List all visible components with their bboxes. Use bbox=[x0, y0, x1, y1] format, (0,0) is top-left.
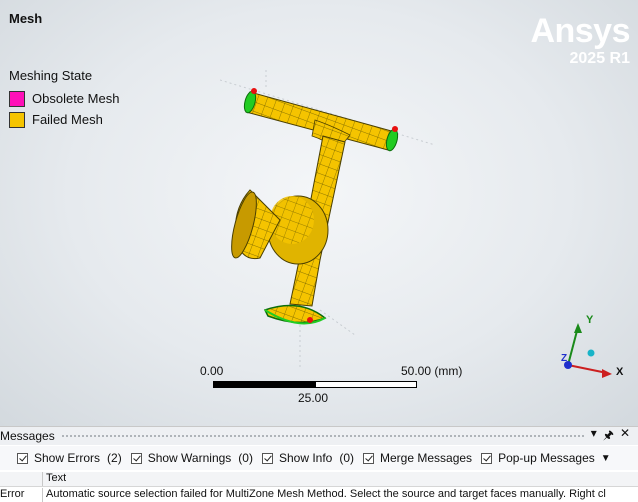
axis-z-label: Z bbox=[561, 353, 567, 364]
obsolete-swatch bbox=[9, 90, 25, 107]
pin-icon[interactable]: 🖈 bbox=[603, 426, 614, 447]
scale-bar: 0.00 50.00 (mm) 25.00 bbox=[200, 364, 470, 408]
show-errors-label: Show Errors bbox=[34, 451, 101, 465]
merge-messages-toggle[interactable]: Merge Messages bbox=[363, 451, 472, 465]
close-icon[interactable]: ✕ bbox=[620, 426, 630, 447]
legend-label: Failed Mesh bbox=[32, 112, 103, 127]
info-count: (0) bbox=[339, 451, 355, 465]
panel-drag-grip[interactable] bbox=[60, 433, 585, 439]
show-errors-toggle[interactable]: Show Errors (2) bbox=[17, 451, 122, 465]
legend-item-failed: Failed Mesh bbox=[9, 109, 119, 130]
brand-version: 2025 R1 bbox=[569, 50, 631, 67]
toolbar-overflow-chevron-icon[interactable]: ▼ bbox=[601, 453, 611, 464]
column-header-text[interactable]: Text bbox=[43, 472, 66, 486]
scale-label-end: 50.00 (mm) bbox=[401, 364, 463, 378]
meshing-state-legend: Meshing State Obsolete Mesh Failed Mesh bbox=[9, 68, 119, 130]
popup-messages-label: Pop-up Messages bbox=[498, 451, 595, 465]
legend-label: Obsolete Mesh bbox=[32, 91, 120, 106]
axis-x-label: X bbox=[616, 366, 624, 378]
legend-title: Meshing State bbox=[9, 68, 93, 83]
checkbox-checked[interactable] bbox=[363, 452, 375, 464]
graphics-viewport[interactable]: Mesh Ansys 2025 R1 Meshing State Obsolet… bbox=[0, 0, 638, 426]
axis-y-label: Y bbox=[586, 314, 594, 326]
axis-triad[interactable]: Y X Z bbox=[552, 305, 632, 385]
checkbox-checked[interactable] bbox=[17, 452, 28, 464]
table-header-row: Text bbox=[0, 472, 638, 487]
popup-messages-toggle[interactable]: Pop-up Messages bbox=[481, 451, 595, 465]
checkbox-checked[interactable] bbox=[130, 452, 142, 464]
scale-bar-graphic bbox=[213, 381, 417, 388]
brand-name: Ansys bbox=[530, 12, 630, 50]
legend-item-obsolete: Obsolete Mesh bbox=[9, 88, 119, 109]
checkbox-checked[interactable] bbox=[481, 452, 493, 464]
messages-toolbar: Show Errors (2) Show Warnings (0) Show I… bbox=[0, 446, 638, 470]
ansys-logo: Ansys 2025 R1 bbox=[530, 14, 630, 68]
scale-label-mid: 25.00 bbox=[298, 391, 329, 405]
panel-header-icons: ▾ 🖈 ✕ bbox=[591, 426, 638, 447]
mesh-model[interactable] bbox=[220, 70, 450, 370]
checkbox-checked[interactable] bbox=[261, 452, 273, 464]
messages-title: Messages bbox=[0, 429, 55, 443]
show-warnings-label: Show Warnings bbox=[147, 451, 232, 465]
scale-label-start: 0.00 bbox=[200, 364, 224, 378]
messages-table: Text Error Automatic source selection fa… bbox=[0, 472, 638, 502]
show-warnings-toggle[interactable]: Show Warnings (0) bbox=[130, 451, 253, 465]
merge-messages-label: Merge Messages bbox=[380, 451, 473, 465]
column-header-type[interactable] bbox=[0, 472, 43, 486]
messages-panel: Messages ▾ 🖈 ✕ Show Errors (2) Show Warn… bbox=[0, 426, 638, 502]
warning-count: (0) bbox=[238, 451, 253, 465]
error-count: (2) bbox=[107, 451, 122, 465]
chevron-down-icon[interactable]: ▾ bbox=[591, 426, 597, 447]
show-info-toggle[interactable]: Show Info (0) bbox=[261, 451, 355, 465]
failed-swatch bbox=[9, 111, 25, 128]
show-info-label: Show Info bbox=[278, 451, 333, 465]
messages-header: Messages ▾ 🖈 ✕ bbox=[0, 426, 638, 447]
viewport-title: Mesh bbox=[9, 11, 43, 26]
